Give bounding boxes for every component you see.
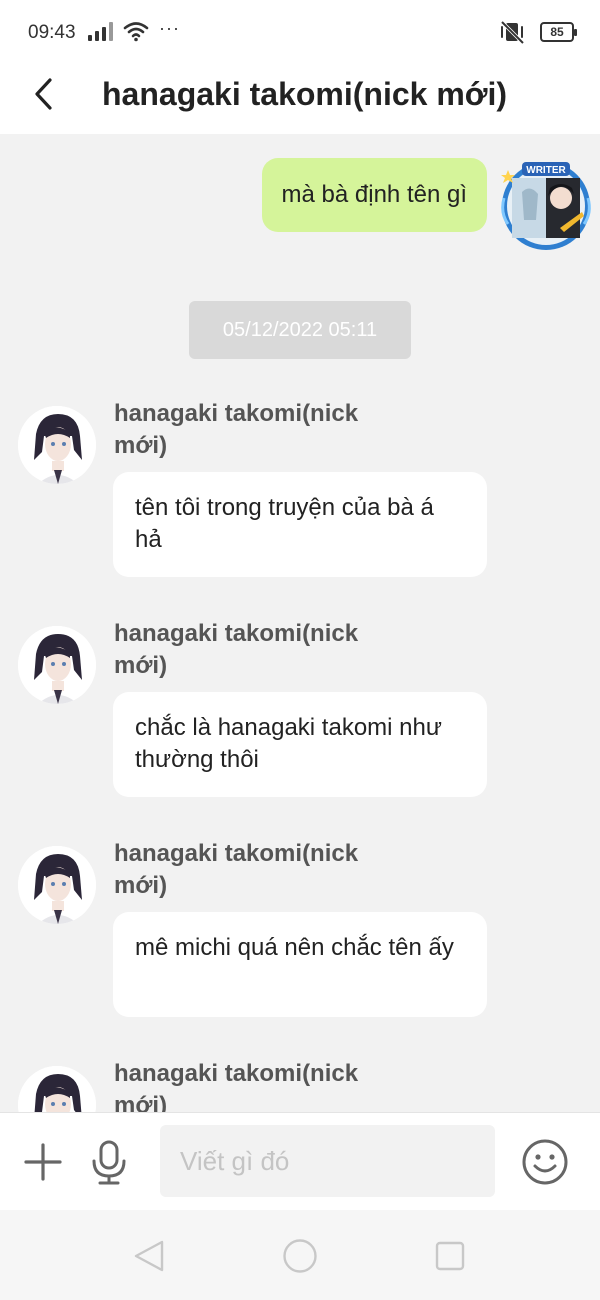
status-time: 09:43 [28, 22, 76, 43]
wifi-icon [123, 22, 149, 42]
nav-recent-icon [435, 1241, 465, 1271]
contact-avatar[interactable] [18, 406, 96, 484]
incoming-message: hanagaki takomi(nick mới) [0, 1058, 600, 1112]
date-separator: 05/12/2022 05:11 [189, 301, 411, 359]
contact-avatar[interactable] [18, 626, 96, 704]
status-icons-right: 85 [498, 20, 577, 44]
incoming-message: hanagaki takomi(nick mới) mê michi quá n… [0, 838, 600, 1038]
vibrate-mute-icon [500, 20, 525, 44]
chat-messages[interactable]: mà bà định tên gì WRITER 05/12/2022 05:1… [0, 134, 600, 1112]
system-home-button[interactable] [282, 1238, 318, 1274]
nav-home-icon [283, 1239, 317, 1273]
avatar-badge-text: WRITER [526, 165, 566, 176]
sender-name: hanagaki takomi(nick mới) [114, 1060, 359, 1112]
system-nav-bar [0, 1210, 600, 1300]
outgoing-bubble[interactable]: mà bà định tên gì [261, 158, 487, 232]
microphone-icon [92, 1140, 126, 1185]
my-avatar[interactable]: WRITER [498, 158, 594, 254]
anime-avatar-icon [18, 406, 96, 484]
anime-avatar-icon [18, 1066, 96, 1112]
outgoing-message: mà bà định tên gì WRITER [0, 158, 600, 250]
chevron-left-icon [35, 78, 52, 110]
chat-title: hanagaki takomi(nick mới) [102, 76, 508, 112]
message-input[interactable] [160, 1125, 495, 1197]
nav-back-icon [134, 1240, 164, 1272]
contact-avatar[interactable] [18, 1066, 96, 1112]
incoming-bubble[interactable]: mê michi quá nên chắc tên ấy [113, 912, 487, 1017]
sender-name: hanagaki takomi(nick mới) [114, 620, 359, 679]
plus-icon [24, 1143, 62, 1181]
status-icons-left: ··· [88, 17, 180, 42]
anime-avatar-icon [18, 846, 96, 924]
message-composer [0, 1112, 600, 1210]
more-dots-icon: ··· [159, 17, 180, 38]
incoming-bubble[interactable]: tên tôi trong truyện của bà á hả [113, 472, 487, 577]
back-button[interactable] [22, 72, 66, 116]
sender-name: hanagaki takomi(nick mới) [114, 840, 359, 899]
anime-avatar-icon [18, 626, 96, 704]
contact-avatar[interactable] [18, 846, 96, 924]
system-recent-button[interactable] [434, 1240, 466, 1272]
incoming-message: hanagaki takomi(nick mới) tên tôi trong … [0, 398, 600, 598]
chat-header: hanagaki takomi(nick mới) [0, 58, 600, 134]
signal-icon [88, 21, 113, 41]
incoming-message: hanagaki takomi(nick mới) chắc là hanaga… [0, 618, 600, 818]
voice-button[interactable] [88, 1139, 130, 1185]
emoji-button[interactable] [520, 1137, 570, 1187]
emoji-icon [522, 1139, 568, 1185]
sender-name: hanagaki takomi(nick mới) [114, 400, 359, 459]
writer-avatar-icon: WRITER [501, 162, 591, 250]
incoming-bubble[interactable]: chắc là hanagaki takomi như thường thôi [113, 692, 487, 797]
attach-button[interactable] [22, 1141, 64, 1183]
battery-icon: 85 [540, 22, 577, 42]
system-back-button[interactable] [132, 1238, 168, 1274]
